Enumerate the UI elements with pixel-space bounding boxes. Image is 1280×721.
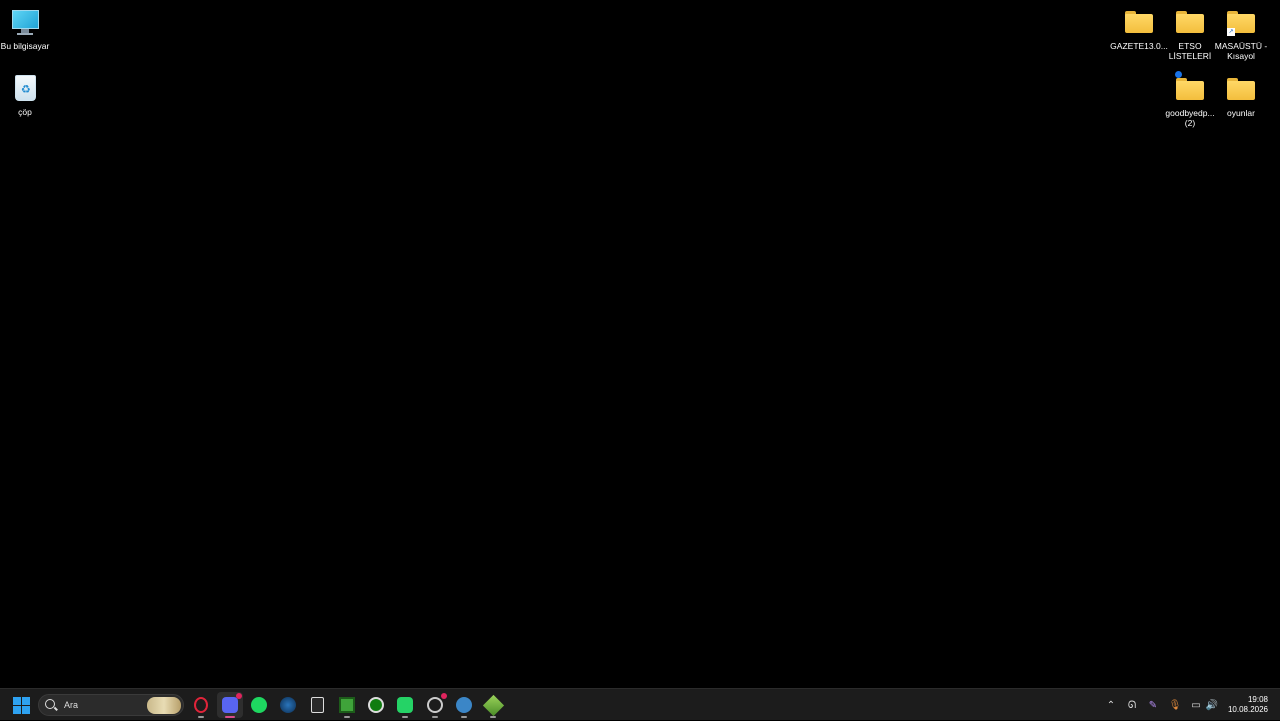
folder-icon: [1225, 73, 1257, 105]
notification-badge: [441, 693, 447, 699]
search-icon: [45, 699, 55, 709]
steam-icon: [280, 697, 296, 713]
running-indicator: [461, 716, 467, 718]
xbox-app-button[interactable]: [363, 692, 389, 718]
running-indicator: [402, 716, 408, 718]
sync-check-icon: [1175, 71, 1182, 78]
microphone-button[interactable]: 🎙: [1168, 689, 1182, 721]
folder-icon: [1174, 71, 1206, 105]
shortcut-arrow-icon: ↗: [1227, 28, 1235, 36]
desktop-icon-label: goodbyedp... (2): [1165, 108, 1215, 128]
computer-icon: [9, 6, 41, 38]
this-pc-desktop-icon[interactable]: Bu bilgisayar: [0, 6, 52, 51]
clock-time: 19:08: [1247, 695, 1268, 704]
desktop-icon-label: GAZETE13.0...: [1110, 41, 1168, 51]
volume-button[interactable]: 🔊: [1205, 689, 1219, 721]
desktop-icon-label: ETSO LİSTELERİ: [1168, 41, 1212, 61]
running-indicator: [490, 716, 496, 718]
clock-date: 10.08.2026: [1227, 705, 1268, 714]
whatsapp-app-button[interactable]: [392, 692, 418, 718]
tray-app-button[interactable]: ᘏ: [1125, 689, 1139, 721]
speaker-icon: 🔊: [1205, 699, 1219, 711]
desktop-icon-label: çöp: [18, 107, 32, 117]
chrome-like-icon: [427, 697, 443, 713]
taskbar: Ara ⌃ ᘏ ✎ 🎙 ▭ 🔊 19:08 10.08.2026: [0, 688, 1280, 720]
start-button[interactable]: [8, 692, 34, 718]
epic-games-app-button[interactable]: [304, 692, 330, 718]
pen-menu-button[interactable]: ✎: [1146, 689, 1160, 721]
whatsapp-icon: [397, 697, 413, 713]
chrome-like-app-button[interactable]: [422, 692, 448, 718]
epic-games-icon: [310, 697, 324, 713]
clock[interactable]: 19:08 10.08.2026: [1228, 695, 1268, 715]
spotify-app-button[interactable]: [246, 692, 272, 718]
desktop-icon-label: oyunlar: [1227, 108, 1255, 118]
microphone-icon: 🎙: [1168, 699, 1182, 711]
desktop-icon-label: MASAÜSTÜ - Kısayol: [1214, 41, 1268, 61]
network-app-button[interactable]: [451, 692, 477, 718]
minecraft-icon: [339, 697, 355, 713]
network-app-icon: [456, 697, 472, 713]
opera-app-button[interactable]: [188, 692, 214, 718]
spotify-icon: [251, 697, 267, 713]
folder-icon: [1174, 6, 1206, 38]
etso-folder-desktop-icon[interactable]: ETSO LİSTELERİ: [1163, 6, 1217, 61]
desktop-icon-label: Bu bilgisayar: [0, 41, 50, 51]
running-indicator: [432, 716, 438, 718]
discord-app-button[interactable]: [217, 692, 243, 718]
tray-app-icon: ᘏ: [1127, 699, 1137, 711]
opera-icon: [194, 697, 208, 713]
recycle-bin-desktop-icon[interactable]: ♻ çöp: [0, 72, 52, 117]
show-hidden-icons-button[interactable]: ⌃: [1104, 689, 1118, 721]
oyunlar-folder-desktop-icon[interactable]: oyunlar: [1214, 73, 1268, 118]
desktop: Bu bilgisayar ♻ çöp GAZETE13.0... ETSO L…: [0, 0, 1280, 688]
recycle-bin-icon: ♻: [9, 72, 41, 104]
search-highlight-image: [147, 697, 181, 714]
windows-logo-icon: [12, 696, 30, 714]
chevron-up-icon: ⌃: [1106, 699, 1116, 711]
gazete-folder-desktop-icon[interactable]: GAZETE13.0...: [1110, 6, 1168, 51]
goodbyedpi-folder-desktop-icon[interactable]: goodbyedp... (2): [1163, 71, 1217, 128]
network-icon: ▭: [1191, 699, 1201, 711]
minecraft-app-button[interactable]: [334, 692, 360, 718]
search-box[interactable]: Ara: [38, 694, 184, 716]
minecraft-launcher-icon: [482, 694, 504, 716]
pen-icon: ✎: [1148, 699, 1158, 711]
folder-icon: [1123, 6, 1155, 38]
active-indicator: [225, 716, 235, 718]
running-indicator: [344, 716, 350, 718]
folder-shortcut-icon: ↗: [1225, 6, 1257, 38]
masaustu-shortcut-desktop-icon[interactable]: ↗ MASAÜSTÜ - Kısayol: [1214, 6, 1268, 61]
network-status-button[interactable]: ▭: [1189, 689, 1203, 721]
search-placeholder: Ara: [64, 700, 79, 710]
discord-icon: [222, 697, 238, 713]
minecraft-launcher-app-button[interactable]: [480, 692, 506, 718]
xbox-icon: [368, 697, 384, 713]
running-indicator: [198, 716, 204, 718]
steam-app-button[interactable]: [275, 692, 301, 718]
notification-badge: [236, 693, 242, 699]
